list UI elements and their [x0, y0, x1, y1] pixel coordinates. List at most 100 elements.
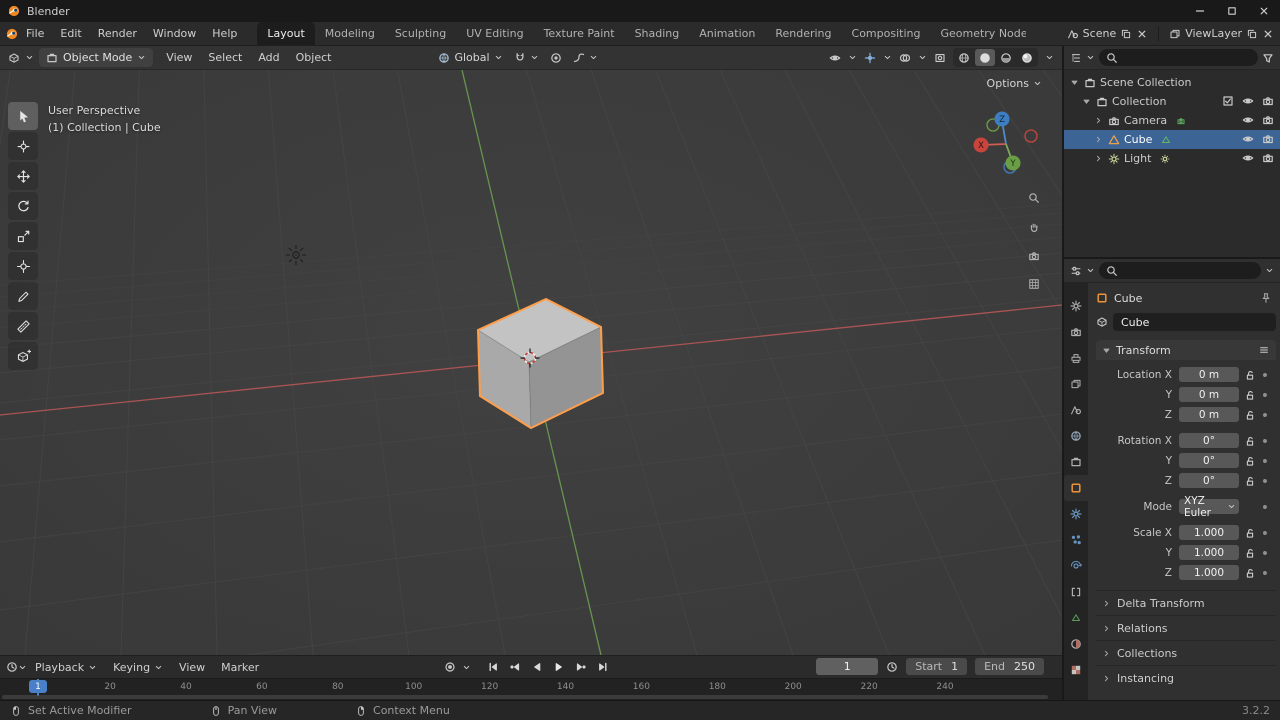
- frame-start-field[interactable]: Start 1: [906, 658, 967, 675]
- outliner-row-collection[interactable]: Collection: [1064, 92, 1280, 111]
- mode-dropdown[interactable]: Object Mode: [39, 48, 153, 67]
- tool-measure-button[interactable]: [8, 312, 38, 340]
- properties-tab-tool[interactable]: [1064, 293, 1088, 319]
- workspace-tab-compositing[interactable]: Compositing: [842, 22, 931, 45]
- chevron-down-icon[interactable]: [918, 53, 927, 62]
- workspace-tab-rendering[interactable]: Rendering: [765, 22, 841, 45]
- tool-annotate-button[interactable]: [8, 282, 38, 310]
- expand-icon[interactable]: [1092, 135, 1104, 144]
- tool-scale-button[interactable]: [8, 222, 38, 250]
- mode-field[interactable]: XYZ Euler: [1179, 499, 1239, 514]
- overlays-toggle[interactable]: [899, 52, 911, 64]
- chevron-down-icon[interactable]: [25, 53, 34, 62]
- z-field[interactable]: 0°: [1179, 473, 1239, 488]
- shading-wireframe-button[interactable]: [954, 49, 974, 66]
- camera-view-button[interactable]: [1022, 244, 1046, 268]
- options-dropdown[interactable]: Options: [987, 77, 1042, 90]
- transform-panel-header[interactable]: Transform: [1096, 340, 1276, 360]
- disable-render-camera-icon[interactable]: [1262, 114, 1274, 126]
- properties-tab-view-layer[interactable]: [1064, 371, 1088, 397]
- close-button[interactable]: [1248, 0, 1280, 22]
- play-reverse-button[interactable]: [527, 658, 546, 676]
- y-field[interactable]: 0°: [1179, 453, 1239, 468]
- animate-dot-icon[interactable]: [1258, 547, 1272, 559]
- chevron-down-icon[interactable]: [883, 53, 892, 62]
- properties-tab-physics[interactable]: [1064, 553, 1088, 579]
- workspace-tab-shading[interactable]: Shading: [625, 22, 690, 45]
- animate-dot-icon[interactable]: [1258, 527, 1272, 539]
- hide-toggle-eye-icon[interactable]: [1242, 114, 1254, 126]
- maximize-button[interactable]: [1216, 0, 1248, 22]
- hide-toggle-eye-icon[interactable]: [1242, 133, 1254, 145]
- auto-keying-toggle[interactable]: [440, 658, 459, 676]
- animate-dot-icon[interactable]: [1258, 455, 1272, 467]
- animate-dot-icon[interactable]: [1258, 501, 1272, 513]
- timeline-menu-keying[interactable]: Keying: [105, 661, 171, 674]
- tool-select-button[interactable]: [8, 102, 38, 130]
- outliner-row-cube[interactable]: Cube: [1064, 130, 1280, 149]
- panel-relations[interactable]: Relations: [1096, 615, 1276, 640]
- tool-rotate-button[interactable]: [8, 192, 38, 220]
- chevron-down-icon[interactable]: [18, 663, 27, 672]
- z-field[interactable]: 1.000: [1179, 565, 1239, 580]
- properties-tab-render[interactable]: [1064, 319, 1088, 345]
- properties-options-dropdown[interactable]: [1265, 266, 1274, 275]
- minimize-button[interactable]: [1184, 0, 1216, 22]
- hide-toggle-eye-icon[interactable]: [1242, 152, 1254, 164]
- properties-tab-scene[interactable]: [1064, 397, 1088, 423]
- next-keyframe-button[interactable]: [571, 658, 590, 676]
- shading-solid-button[interactable]: [975, 49, 995, 66]
- chevron-down-icon[interactable]: [1086, 53, 1095, 62]
- properties-tab-object[interactable]: [1064, 475, 1088, 501]
- viewport-3d[interactable]: User Perspective (1) Collection | Cube O…: [0, 70, 1062, 655]
- orientation-dropdown[interactable]: Global: [435, 51, 505, 64]
- outliner-search-input[interactable]: [1099, 49, 1258, 66]
- expand-icon[interactable]: [1092, 116, 1104, 125]
- properties-tab-material[interactable]: [1064, 631, 1088, 657]
- z-field[interactable]: 0 m: [1179, 407, 1239, 422]
- visibility-dropdown[interactable]: [829, 52, 841, 64]
- panel-collections[interactable]: Collections: [1096, 640, 1276, 665]
- current-frame-field[interactable]: 1: [816, 658, 878, 675]
- new-scene-button[interactable]: [1120, 28, 1132, 40]
- disable-render-camera-icon[interactable]: [1262, 133, 1274, 145]
- lock-icon[interactable]: [1242, 409, 1258, 421]
- expand-icon[interactable]: [1092, 154, 1104, 163]
- animate-dot-icon[interactable]: [1258, 475, 1272, 487]
- disable-render-camera-icon[interactable]: [1262, 95, 1274, 107]
- exclude-checkbox-icon[interactable]: [1222, 95, 1234, 107]
- properties-tab-collection[interactable]: [1064, 449, 1088, 475]
- timeline-menu-playback[interactable]: Playback: [27, 661, 105, 674]
- properties-search-input[interactable]: [1099, 262, 1261, 279]
- outliner-row-scene-collection[interactable]: Scene Collection: [1064, 73, 1280, 92]
- viewport-menu-object[interactable]: Object: [288, 51, 340, 64]
- viewport-menu-select[interactable]: Select: [200, 51, 250, 64]
- preview-range-toggle[interactable]: [886, 661, 898, 673]
- lock-icon[interactable]: [1242, 435, 1258, 447]
- pan-button[interactable]: [1022, 215, 1046, 239]
- workspace-tab-uv-editing[interactable]: UV Editing: [456, 22, 533, 45]
- animate-dot-icon[interactable]: [1258, 369, 1272, 381]
- menu-file[interactable]: File: [18, 27, 52, 40]
- menu-edit[interactable]: Edit: [52, 27, 89, 40]
- xray-toggle[interactable]: [934, 52, 946, 64]
- animate-dot-icon[interactable]: [1258, 567, 1272, 579]
- object-name-field[interactable]: Cube: [1113, 313, 1276, 331]
- properties-tab-constraints[interactable]: [1064, 579, 1088, 605]
- scale-x-field[interactable]: 1.000: [1179, 525, 1239, 540]
- chevron-down-icon[interactable]: [1086, 266, 1095, 275]
- shading-material-button[interactable]: [996, 49, 1016, 66]
- editor-type-button[interactable]: [8, 52, 20, 64]
- filter-icon[interactable]: [1262, 52, 1274, 64]
- properties-tab-output[interactable]: [1064, 345, 1088, 371]
- menu-help[interactable]: Help: [204, 27, 245, 40]
- gizmos-toggle[interactable]: [864, 52, 876, 64]
- viewport-menu-add[interactable]: Add: [250, 51, 287, 64]
- blender-logo-icon[interactable]: [6, 28, 18, 40]
- workspace-tab-animation[interactable]: Animation: [689, 22, 765, 45]
- lock-icon[interactable]: [1242, 455, 1258, 467]
- delete-view-layer-button[interactable]: [1262, 28, 1274, 40]
- chevron-down-icon[interactable]: [848, 53, 857, 62]
- lock-icon[interactable]: [1242, 547, 1258, 559]
- pin-icon[interactable]: [1260, 292, 1272, 304]
